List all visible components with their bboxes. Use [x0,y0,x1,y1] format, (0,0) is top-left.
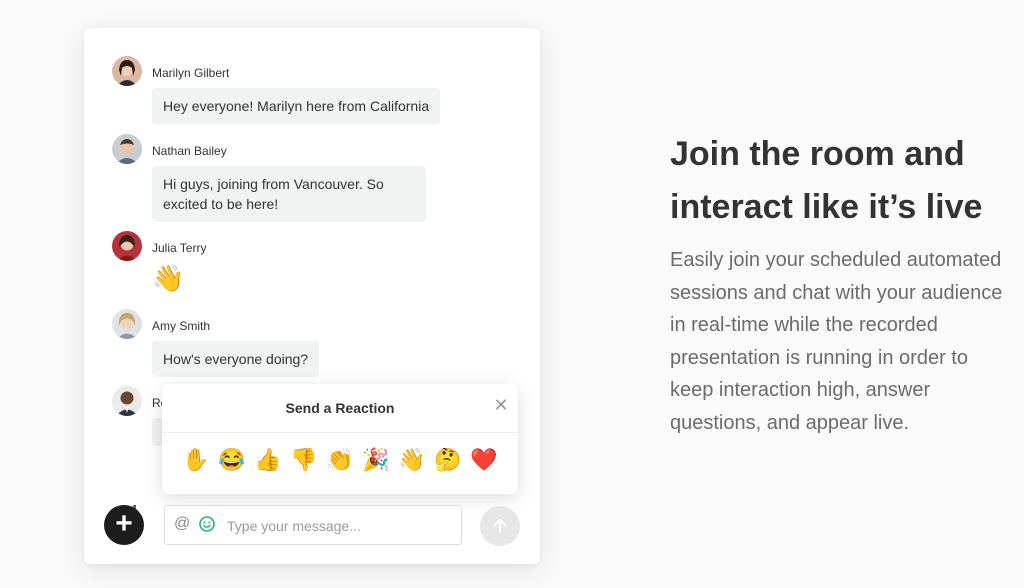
avatar [112,231,142,261]
reaction-party[interactable]: 🎉 [362,446,389,474]
message-bubble: Hi guys, joining from Vancouver. So exci… [152,166,426,222]
send-button[interactable] [480,506,520,546]
popup-title: Send a Reaction [285,400,395,416]
notification-badge: 1 [132,504,138,515]
description: Easily join your scheduled automated ses… [670,249,1003,434]
reaction-popup: Send a Reaction ✕ ✋ 😂 👍 👎 👏 🎉 👋 🤔 ❤️ [162,384,518,494]
avatar [112,386,142,416]
message-author: Julia Terry [152,241,207,255]
message-author: Amy Smith [152,319,211,333]
message-bubble: How's everyone doing? [152,341,320,377]
reaction-thumbs-down[interactable]: 👎 [290,446,317,474]
arrow-up-icon [493,518,507,534]
divider [162,432,518,433]
message-author: Nathan Bailey [152,144,227,158]
message-author: Marilyn Gilbert [152,66,230,80]
chat-panel: Marilyn Gilbert Hey everyone! Marilyn he… [84,28,540,564]
message-input-container: @ [164,505,462,545]
close-icon[interactable]: ✕ [492,396,510,414]
message-emoji: 👋 [152,263,185,293]
reaction-raised-hand[interactable]: ✋ [182,446,209,474]
reaction-list: ✋ 😂 👍 👎 👏 🎉 👋 🤔 ❤️ [182,446,497,474]
mention-icon[interactable]: @ [174,515,190,533]
reaction-thinking[interactable]: 🤔 [434,446,461,474]
reaction-clap[interactable]: 👏 [326,446,353,474]
headline: Join the room and interact like it’s liv… [670,135,983,226]
avatar [112,56,142,86]
reaction-wave[interactable]: 👋 [398,446,425,474]
reaction-heart[interactable]: ❤️ [470,446,497,474]
avatar [112,134,142,164]
message-input[interactable] [225,514,455,538]
avatar [112,309,142,339]
reaction-laughing[interactable]: 😂 [218,446,245,474]
reaction-thumbs-up[interactable]: 👍 [254,446,281,474]
add-button[interactable]: + [104,505,144,545]
emoji-picker-icon[interactable] [199,516,215,532]
message-bubble: Hey everyone! Marilyn here from Californ… [152,88,441,124]
